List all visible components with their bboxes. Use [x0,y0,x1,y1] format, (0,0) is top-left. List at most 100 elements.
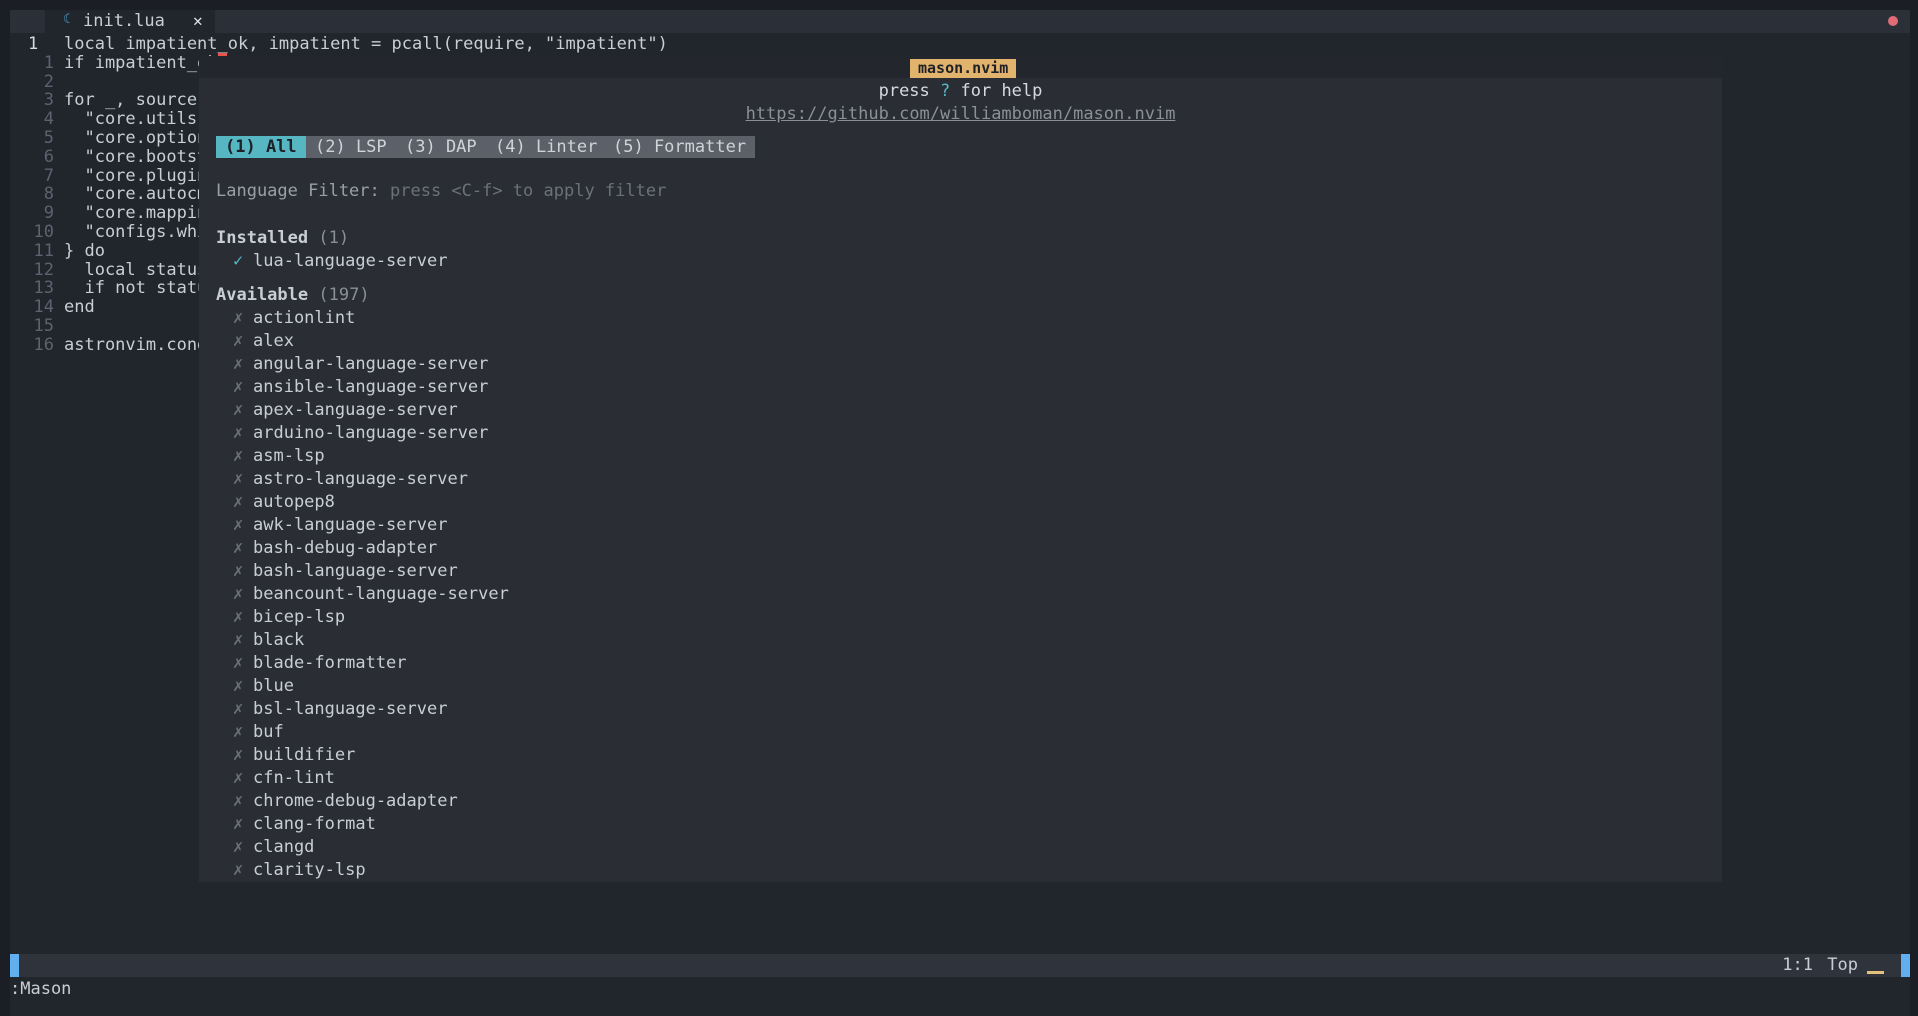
package-item[interactable]: ✓ lua-language-server [216,250,447,273]
package-item[interactable]: ✗ autopep8 [216,491,335,514]
line-text: end [64,297,95,318]
tab-filename: init.lua [83,11,165,31]
package-name: actionlint [253,308,356,328]
not-installed-icon: ✗ [233,791,244,811]
package-item[interactable]: ✗ clang-format [216,813,376,836]
package-name: apex-language-server [253,400,458,420]
not-installed-icon: ✗ [233,584,244,604]
package-name: arduino-language-server [253,423,489,443]
package-item[interactable]: ✗ chrome-debug-adapter [216,790,458,813]
filter-tab[interactable]: (3) DAP [396,136,486,158]
filter-tab[interactable]: (5) Formatter [604,136,756,158]
package-name: awk-language-server [253,515,448,535]
filter-tab[interactable]: (4) Linter [486,136,607,158]
package-name: bicep-lsp [253,607,346,627]
available-section-header[interactable]: Available (197) [216,285,370,305]
package-name: lua-language-server [253,251,448,271]
package-name: beancount-language-server [253,584,509,604]
package-item[interactable]: ✗ blade-formatter [216,652,407,675]
not-installed-icon: ✗ [233,768,244,788]
package-name: clang-format [253,814,376,834]
not-installed-icon: ✗ [233,722,244,742]
package-item[interactable]: ✗ bash-language-server [216,560,458,583]
not-installed-icon: ✗ [233,814,244,834]
close-icon[interactable]: ✕ [193,11,203,30]
package-item[interactable]: ✗ arduino-language-server [216,422,488,445]
mason-help-text: press ? for help [878,81,1043,101]
package-item[interactable]: ✗ beancount-language-server [216,583,509,606]
package-name: clarity-lsp [253,860,366,880]
not-installed-icon: ✗ [233,745,244,765]
package-item[interactable]: ✗ cfn-lint [216,767,335,790]
not-installed-icon: ✗ [233,538,244,558]
not-installed-icon: ✗ [233,423,244,443]
tabline: ☾ init.lua ✕ [10,10,1910,33]
not-installed-icon: ✗ [233,837,244,857]
mason-title: mason.nvim [910,59,1017,78]
package-item[interactable]: ✗ awk-language-server [216,514,447,537]
not-installed-icon: ✗ [233,561,244,581]
package-item[interactable]: ✗ bicep-lsp [216,606,345,629]
package-item[interactable]: ✗ asm-lsp [216,445,325,468]
package-name: astro-language-server [253,469,468,489]
package-item[interactable]: ✗ bash-debug-adapter [216,537,437,560]
statusline: 1:1 Top [10,954,1910,977]
line-text: astronvim.condi [64,334,218,355]
not-installed-icon: ✗ [233,492,244,512]
not-installed-icon: ✗ [233,446,244,466]
modified-indicator-icon[interactable] [1888,16,1898,26]
package-item[interactable]: ✗ clarity-lsp [216,859,366,882]
scrollbar-indicator [1867,971,1884,974]
not-installed-icon: ✗ [233,860,244,880]
package-name: bsl-language-server [253,699,448,719]
not-installed-icon: ✗ [233,354,244,374]
package-name: ansible-language-server [253,377,489,397]
package-name: buildifier [253,745,356,765]
package-name: black [253,630,305,650]
not-installed-icon: ✗ [233,469,244,489]
package-name: angular-language-server [253,354,489,374]
filter-tab[interactable]: (2) LSP [306,136,396,158]
package-item[interactable]: ✗ buf [216,721,284,744]
package-item[interactable]: ✗ black [216,629,304,652]
mason-repo-link[interactable]: https://github.com/williamboman/mason.nv… [199,104,1722,124]
buffer-tab-init-lua[interactable]: ☾ init.lua ✕ [45,10,215,33]
package-name: buf [253,722,284,742]
filter-tab[interactable]: (1) All [216,136,306,158]
not-installed-icon: ✗ [233,308,244,328]
statusline-end-block [1901,954,1910,977]
package-item[interactable]: ✗ bsl-language-server [216,698,447,721]
package-item[interactable]: ✗ astro-language-server [216,468,468,491]
not-installed-icon: ✗ [233,676,244,696]
nvim-window: ☾ init.lua ✕ 1 local impatient_ok, impati… [10,10,1910,1016]
not-installed-icon: ✗ [233,699,244,719]
package-item[interactable]: ✗ ansible-language-server [216,376,488,399]
help-key: ? [940,81,951,101]
package-name: blue [253,676,294,696]
package-name: alex [253,331,294,351]
mason-window: mason.nvim press ? for help https://gith… [199,56,1722,882]
scroll-position: Top [1827,955,1858,975]
command-line[interactable]: :Mason [10,978,71,1001]
not-installed-icon: ✗ [233,607,244,627]
package-item[interactable]: ✗ clangd [216,836,314,859]
package-item[interactable]: ✗ alex [216,330,294,353]
package-item[interactable]: ✗ buildifier [216,744,355,767]
package-item[interactable]: ✗ blue [216,675,294,698]
package-item[interactable]: ✗ actionlint [216,307,355,330]
line-number: 16 [33,334,54,355]
language-filter[interactable]: Language Filter: press <C-f> to apply fi… [216,181,666,201]
package-name: blade-formatter [253,653,407,673]
package-item[interactable]: ✗ apex-language-server [216,399,458,422]
mode-indicator [10,954,19,977]
installed-section-header[interactable]: Installed (1) [216,228,349,248]
not-installed-icon: ✗ [233,377,244,397]
not-installed-icon: ✗ [233,400,244,420]
not-installed-icon: ✗ [233,630,244,650]
cursor-position: 1:1 [1782,955,1813,975]
package-name: chrome-debug-adapter [253,791,458,811]
package-name: autopep8 [253,492,335,512]
package-name: bash-debug-adapter [253,538,438,558]
package-item[interactable]: ✗ angular-language-server [216,353,488,376]
not-installed-icon: ✗ [233,331,244,351]
